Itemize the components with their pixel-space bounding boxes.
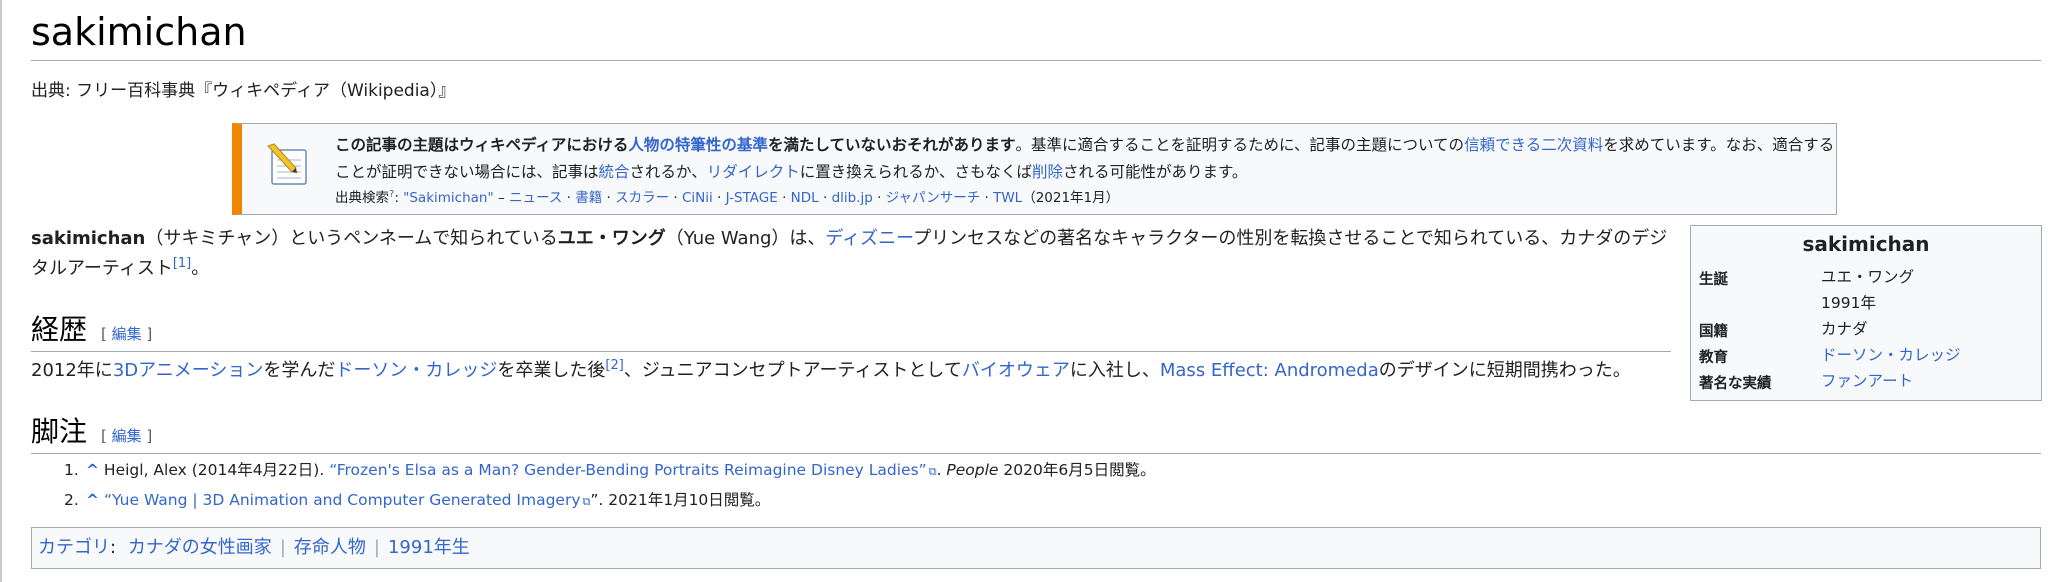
bioware-link[interactable]: バイオウェア [962,360,1070,381]
infobox-value: ユエ・ワング [1821,268,1915,286]
source-search-query-link[interactable]: "Sakimichan" [403,190,494,206]
notability-notice-box: この記事の主題はウィキペディアにおける人物の特筆性の基準を満たしていないおそれが… [232,123,1837,215]
source-search-dash: – [493,190,510,206]
reference-author: Heigl, Alex (2014年4月22日). [99,461,330,479]
search-books-link[interactable]: 書籍 [575,190,602,206]
infobox-education-link[interactable]: ドーソン・カレッジ [1821,342,1961,368]
notice-text: この記事の主題はウィキペディアにおける人物の特筆性の基準を満たしていないおそれが… [335,132,1835,186]
reference-publisher: People [946,461,999,479]
lead-bold-realname: ユエ・ワング [557,228,666,249]
category-separator: | [279,537,286,558]
career-text-2: を学んだ [263,360,336,381]
notice-text-5: される可能性があります。 [1062,163,1248,181]
category-separator: | [373,537,380,558]
categories-label-link[interactable]: カテゴリ [38,537,110,558]
edit-section-career: [ 編集 ] [101,325,153,343]
career-text-3: を卒業した後 [497,360,606,381]
section-heading-notes: 脚注 [ 編集 ] [31,410,2041,454]
notice-text-4: に置き換えられるか、さもなくば [799,163,1032,181]
lead-text-1: （サキミチャン）というペンネームで知られている [145,228,558,249]
infobox: sakimichan 生誕 ユエ・ワング 1991年 国籍 カナダ 教育 ドーソ… [1690,225,2042,401]
edit-link[interactable]: 編集 [112,325,142,343]
reference-2-link[interactable]: [2] [605,358,623,373]
lead-text-4: 。 [191,258,210,279]
page-source-note: 出典: フリー百科事典『ウィキペディア（Wikipedia）』 [31,81,456,101]
search-jstage-link[interactable]: J-STAGE [726,190,778,206]
infobox-label: 生誕 [1699,272,1728,288]
reference-sep: . [936,461,947,479]
section-title: 経歴 [31,313,88,346]
external-link-icon: ⧉ [928,465,937,478]
3d-animation-link[interactable]: 3Dアニメーション [113,360,264,381]
search-cinii-link[interactable]: CiNii [682,190,713,206]
infobox-value-year: 1991年 [1821,294,1876,312]
career-text-4: 、ジュニアコンセプトアーティストとして [623,360,962,381]
source-search-line: 出典検索?: "Sakimichan" – ニュース · 書籍 · スカラー ·… [335,188,1120,206]
career-text-6: のデザインに短期間携わった。 [1378,360,1631,381]
search-dlib-link[interactable]: dlib.jp [832,190,873,206]
reference-accessed: ”. 2021年1月10日閲覧。 [590,491,771,509]
reference-number: 2. [64,491,79,509]
source-search-label: 出典検索 [335,190,389,206]
merge-link[interactable]: 統合 [599,163,630,181]
categories-colon: : [110,537,117,558]
page-title: sakimichan [31,10,2041,61]
lead-paragraph: sakimichan（サキミチャン）というペンネームで知られているユエ・ワング（… [31,224,1671,284]
category-1991-births[interactable]: 1991年生 [388,537,470,558]
search-scholar-link[interactable]: スカラー [615,190,669,206]
reference-backlink[interactable]: ^ [86,491,99,509]
reference-1-link[interactable]: [1] [173,256,191,271]
reference-item: 2. ^ “Yue Wang | 3D Animation and Compute… [64,486,1156,516]
reference-2-external-link[interactable]: “Yue Wang | 3D Animation and Computer Ge… [104,491,581,509]
category-living-people[interactable]: 存命人物 [294,537,366,558]
infobox-label: 教育 [1699,350,1728,366]
category-links: カテゴリ: カナダの女性画家 | 存命人物 | 1991年生 [31,527,2041,569]
category-canadian-women-painters[interactable]: カナダの女性画家 [128,537,272,558]
search-news-link[interactable]: ニュース [509,190,562,206]
reference-item: 1. ^ Heigl, Alex (2014年4月22日). “Frozen's … [64,456,1156,486]
notice-date: （2021年1月） [1022,190,1120,206]
notice-bold-text: この記事の主題はウィキペディアにおける [335,136,629,154]
section-title: 脚注 [31,415,88,448]
infobox-label: 国籍 [1699,324,1728,340]
search-japansearch-link[interactable]: ジャパンサーチ [886,190,981,206]
references-list: 1. ^ Heigl, Alex (2014年4月22日). “Frozen's … [64,456,1156,516]
reference-1-external-link[interactable]: “Frozen's Elsa as a Man? Gender-Bending … [329,461,927,479]
article-page: sakimichan 出典: フリー百科事典『ウィキペディア（Wikipedia… [0,0,2048,582]
search-ndl-link[interactable]: NDL [791,190,819,206]
reference-number: 1. [64,461,79,479]
notability-guideline-link[interactable]: 人物の特筆性の基準 [628,136,768,154]
edit-pencil-notepad-icon [267,143,307,185]
career-paragraph: 2012年に3Dアニメーションを学んだドーソン・カレッジを卒業した後[2]、ジュ… [31,356,1631,382]
infobox-value: カナダ [1821,320,1868,338]
career-text-1: 2012年に [31,360,113,381]
disney-link[interactable]: ディズニー [825,228,913,249]
section-heading-career: 経歴 [ 編集 ] [31,308,1671,352]
edit-link[interactable]: 編集 [112,427,142,445]
notice-bold-text-end: を満たしていないおそれがあります [767,136,1016,154]
lead-text-2: （Yue Wang）は、 [665,228,826,249]
edit-section-notes: [ 編集 ] [101,427,153,445]
infobox-label: 著名な実績 [1699,376,1772,392]
source-search-help-link[interactable]: ? [389,189,394,200]
content-left-border [0,0,2,582]
search-twl-link[interactable]: TWL [993,190,1022,206]
reference-backlink[interactable]: ^ [86,461,99,479]
infobox-fanart-link[interactable]: ファンアート [1821,368,1913,394]
reference-accessed: 2020年6月5日閲覧。 [998,461,1156,479]
mass-effect-link[interactable]: Mass Effect: Andromeda [1160,360,1379,381]
notice-text-1: 。基準に適合することを証明するために、記事の主題についての [1015,136,1465,154]
notice-text-3: されるか、 [629,163,707,181]
dawson-college-link[interactable]: ドーソン・カレッジ [335,360,497,381]
delete-link[interactable]: 削除 [1032,163,1063,181]
lead-bold-name: sakimichan [31,228,146,249]
infobox-title: sakimichan [1802,232,1930,256]
career-text-5: に入社し、 [1069,360,1160,381]
redirect-link[interactable]: リダイレクト [707,163,800,181]
secondary-sources-link[interactable]: 信頼できる二次資料 [1464,136,1603,154]
